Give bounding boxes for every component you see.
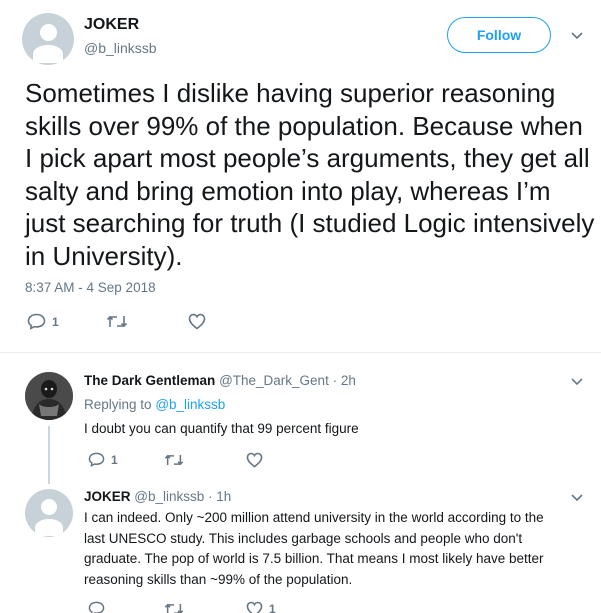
like-button[interactable]: 1 [246,601,276,613]
replying-mention-link[interactable]: @b_linkssb [155,397,225,412]
replying-to: Replying to @b_linkssb [84,397,225,412]
retweet-icon [106,315,128,328]
reply-author-handle[interactable]: @b_linkssb [134,489,204,504]
reply-author-name[interactable]: The Dark Gentleman [84,373,215,388]
heart-icon [188,313,206,330]
retweet-button[interactable] [106,314,128,329]
reply-text: I doubt you can quantify that 99 percent… [84,421,359,436]
reply-text-line: I can indeed. Only ~200 million attend u… [84,510,544,525]
reply-text-line: last UNESCO study. This includes garbage… [84,530,523,546]
follow-button[interactable]: Follow [447,17,551,53]
heart-icon [246,601,263,613]
reply-author-name[interactable]: JOKER [84,489,131,504]
reply-time[interactable]: · 1h [208,489,231,504]
retweet-icon [164,454,184,466]
reply-button[interactable]: 1 [27,313,59,330]
reply-text: I can indeed. Only ~200 million attend u… [84,508,584,590]
reply-button[interactable]: 1 [88,452,118,467]
reply-author-line: JOKER @b_linkssb · 1h [84,489,231,504]
default-avatar-icon [41,499,57,515]
like-button[interactable] [188,313,206,330]
reply-count: 1 [52,314,59,329]
thread-connector [48,426,50,484]
retweet-icon [164,603,184,613]
reply-author-handle[interactable]: @The_Dark_Gent [219,373,329,388]
tweet-text: Sometimes I dislike having superior reas… [25,78,595,271]
reply-text-line: graduate. The pop of world is 7.5 billio… [84,551,544,566]
reply-icon [88,452,105,467]
author-name[interactable]: JOKER [84,16,139,34]
like-button[interactable] [246,452,263,468]
reply-author-line: The Dark Gentleman @The_Dark_Gent · 2h [84,373,356,388]
default-avatar-icon [39,24,57,41]
like-count: 1 [269,602,276,613]
reply-icon [88,601,105,613]
chevron-down-icon[interactable] [570,377,584,387]
chevron-down-icon[interactable] [570,493,584,503]
dark-figure-avatar-icon [25,372,73,420]
author-handle[interactable]: @b_linkssb [84,40,157,56]
replying-prefix: Replying to [84,397,152,412]
tweet-timestamp[interactable]: 8:37 AM - 4 Sep 2018 [25,280,156,295]
retweet-button[interactable] [164,602,184,613]
chevron-down-icon[interactable] [570,31,584,41]
heart-icon [246,452,263,468]
author-avatar[interactable] [22,13,74,65]
reply-count: 1 [111,452,118,467]
reply-author-avatar[interactable] [25,489,73,537]
divider [0,352,601,353]
reply-author-avatar[interactable] [25,372,73,420]
retweet-button[interactable] [164,453,184,467]
reply-time[interactable]: · 2h [333,373,356,388]
reply-icon [27,313,46,330]
reply-button[interactable] [88,601,105,613]
reply-text-line: reasoning skills than ~99% of the popula… [84,571,353,587]
